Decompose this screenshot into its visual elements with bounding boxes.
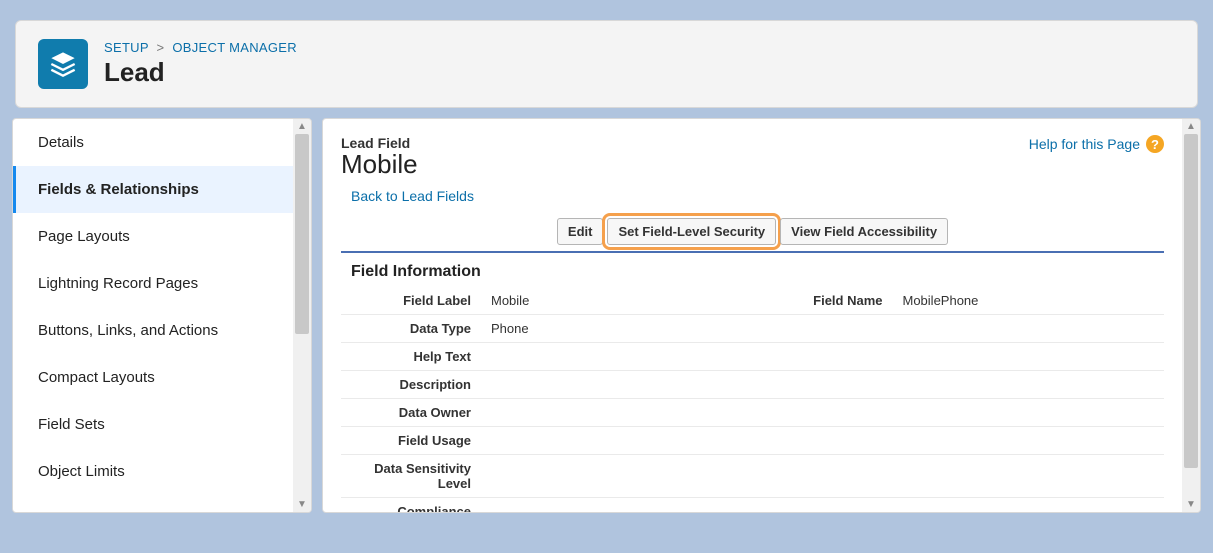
value-data-type: Phone <box>481 314 753 342</box>
label-field-usage: Field Usage <box>341 426 481 454</box>
set-field-level-security-button[interactable]: Set Field-Level Security <box>607 218 776 245</box>
value-compliance-categorization <box>481 497 753 512</box>
label-help-text: Help Text <box>341 342 481 370</box>
value-field-name: MobilePhone <box>893 287 1165 314</box>
sidebar-scrollbar[interactable]: ▲ ▼ <box>293 119 311 512</box>
sidebar-item-buttons-links-actions[interactable]: Buttons, Links, and Actions <box>13 307 293 354</box>
label-compliance-categorization: Compliance Categorization <box>341 497 481 512</box>
label-description: Description <box>341 370 481 398</box>
sidebar-item-fields-relationships[interactable]: Fields & Relationships <box>13 166 293 213</box>
help-for-page-link[interactable]: Help for this Page ? <box>1029 135 1164 153</box>
sidebar-item-field-sets[interactable]: Field Sets <box>13 401 293 448</box>
label-data-sensitivity: Data Sensitivity Level <box>341 454 481 497</box>
value-data-sensitivity <box>481 454 753 497</box>
sidebar-item-details[interactable]: Details <box>13 119 293 166</box>
label-field-label: Field Label <box>341 287 481 314</box>
label-data-owner: Data Owner <box>341 398 481 426</box>
value-description <box>481 370 753 398</box>
setup-header: SETUP > OBJECT MANAGER Lead <box>15 20 1198 108</box>
label-data-type: Data Type <box>341 314 481 342</box>
edit-button[interactable]: Edit <box>557 218 604 245</box>
help-icon: ? <box>1146 135 1164 153</box>
sidebar-item-lightning-record-pages[interactable]: Lightning Record Pages <box>13 260 293 307</box>
scroll-down-icon[interactable]: ▼ <box>1186 497 1196 512</box>
value-help-text <box>481 342 753 370</box>
scroll-up-icon[interactable]: ▲ <box>297 119 307 134</box>
field-information-grid: Field Label Mobile Field Name MobilePhon… <box>341 287 1164 512</box>
main-scrollbar[interactable]: ▲ ▼ <box>1182 119 1200 512</box>
view-field-accessibility-button[interactable]: View Field Accessibility <box>780 218 948 245</box>
breadcrumb-section[interactable]: OBJECT MANAGER <box>172 40 297 55</box>
value-data-owner <box>481 398 753 426</box>
value-field-label: Mobile <box>481 287 753 314</box>
breadcrumb: SETUP > OBJECT MANAGER <box>104 40 297 55</box>
page-title: Lead <box>104 57 297 88</box>
label-field-name: Field Name <box>753 287 893 314</box>
scroll-down-icon[interactable]: ▼ <box>297 497 307 512</box>
layers-icon <box>49 50 77 78</box>
sidebar-item-object-limits[interactable]: Object Limits <box>13 448 293 495</box>
sidebar-item-page-layouts[interactable]: Page Layouts <box>13 213 293 260</box>
breadcrumb-separator: > <box>157 40 165 55</box>
scroll-up-icon[interactable]: ▲ <box>1186 119 1196 134</box>
field-information-heading: Field Information <box>341 257 1164 287</box>
object-icon <box>38 39 88 89</box>
back-to-lead-fields-link[interactable]: Back to Lead Fields <box>351 188 474 204</box>
action-button-row: Edit Set Field-Level Security View Field… <box>341 218 1164 245</box>
help-link-label: Help for this Page <box>1029 136 1140 152</box>
main-panel: Lead Field Mobile Help for this Page ? B… <box>322 118 1201 513</box>
sidebar-item-compact-layouts[interactable]: Compact Layouts <box>13 354 293 401</box>
sidebar: Details Fields & Relationships Page Layo… <box>12 118 312 513</box>
breadcrumb-root[interactable]: SETUP <box>104 40 149 55</box>
field-title: Mobile <box>341 149 418 180</box>
section-divider <box>341 251 1164 253</box>
value-field-usage <box>481 426 753 454</box>
